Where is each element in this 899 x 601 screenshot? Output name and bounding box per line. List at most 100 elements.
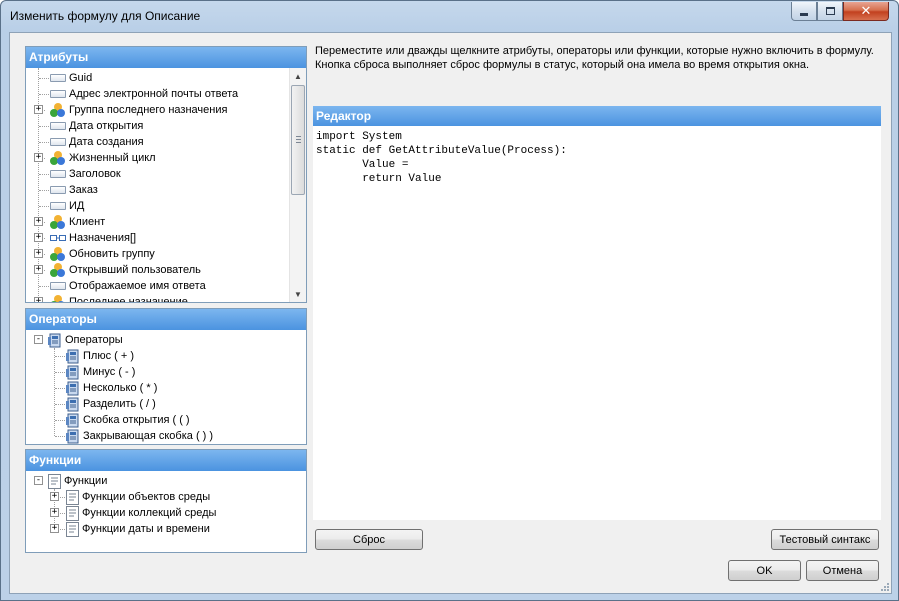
group-icon [50, 102, 66, 118]
tree-item-label: Функции [64, 475, 108, 487]
function-icon [66, 521, 79, 537]
tree-item-label: Клиент [69, 216, 106, 228]
scrollbar-thumb[interactable] [291, 85, 305, 195]
expand-icon[interactable]: + [34, 153, 43, 162]
operator-icon [48, 333, 62, 348]
scroll-down-arrow-icon[interactable]: ▼ [290, 286, 306, 302]
functions-panel: Функции - Функции + Функции объектов среды +… [25, 449, 307, 553]
operator-item[interactable]: Разделить ( / ) [66, 396, 156, 412]
operator-item[interactable]: Скобка открытия ( ( ) [66, 412, 190, 428]
collapse-icon[interactable]: - [34, 476, 43, 485]
attribute-item[interactable]: Отображаемое имя ответа [50, 278, 206, 294]
tree-line-horizontal [55, 404, 65, 405]
collapse-icon[interactable]: - [34, 335, 43, 344]
attribute-item[interactable]: Заказ [50, 182, 98, 198]
functions-root-item[interactable]: Функции [48, 473, 107, 489]
field-icon [50, 74, 66, 82]
attribute-item[interactable]: Дата открытия [50, 118, 143, 134]
attributes-panel: Атрибуты Guid Адрес электронной почты отв… [25, 46, 307, 303]
function-icon [66, 505, 79, 521]
test-syntax-button[interactable]: Тестовый синтакс [771, 529, 879, 550]
tree-item-label: Последнее назначение [69, 296, 188, 302]
reset-button[interactable]: Сброс [315, 529, 423, 550]
field-icon [50, 202, 66, 210]
tree-line-horizontal [55, 436, 65, 437]
tree-item-label: Отображаемое имя ответа [69, 280, 206, 292]
attribute-item[interactable]: Жизненный цикл [50, 150, 156, 166]
attribute-item[interactable]: Открывший пользователь [50, 262, 201, 278]
operator-icon [66, 349, 80, 364]
close-button[interactable]: ✕ [843, 2, 889, 21]
tree-item-label: Закрывающая скобка ( ) ) [83, 430, 214, 442]
attribute-item[interactable]: Последнее назначение [50, 294, 188, 302]
expand-icon[interactable]: + [34, 217, 43, 226]
attribute-item[interactable]: Guid [50, 70, 92, 86]
tree-line-horizontal [39, 206, 49, 207]
cancel-button[interactable]: Отмена [806, 560, 879, 581]
attribute-item[interactable]: Адрес электронной почты ответа [50, 86, 238, 102]
tree-line-horizontal [39, 94, 49, 95]
function-item[interactable]: Функции даты и времени [66, 521, 210, 537]
field-icon [50, 138, 66, 146]
attribute-item[interactable]: Обновить группу [50, 246, 155, 262]
tree-line-horizontal [39, 190, 49, 191]
tree-item-label: Адрес электронной почты ответа [69, 88, 239, 100]
attribute-item[interactable]: Дата создания [50, 134, 144, 150]
operators-tree[interactable]: - Операторы Плюс ( + ) Минус ( - ) Несколько… [26, 330, 306, 444]
tree-line-horizontal [55, 356, 65, 357]
attribute-item[interactable]: Группа последнего назначения [50, 102, 227, 118]
expand-icon[interactable]: + [50, 492, 59, 501]
expand-icon[interactable]: + [34, 105, 43, 114]
formula-editor[interactable]: import System static def GetAttributeVal… [313, 126, 881, 190]
operator-item[interactable]: Закрывающая скобка ( ) ) [66, 428, 213, 444]
field-icon [50, 186, 66, 194]
tree-item-label: Несколько ( * ) [83, 382, 158, 394]
operator-item[interactable]: Минус ( - ) [66, 364, 135, 380]
operator-item[interactable]: Несколько ( * ) [66, 380, 157, 396]
list-icon [50, 232, 66, 244]
title-bar[interactable]: Изменить формулу для Описание ✕ [1, 1, 898, 31]
expand-icon[interactable]: + [34, 297, 43, 302]
tree-item-label: Скобка открытия ( ( ) [83, 414, 190, 426]
attributes-scrollbar[interactable]: ▲ ▼ [289, 68, 306, 302]
tree-item-label: Минус ( - ) [83, 366, 136, 378]
tree-item-label: Функции даты и времени [82, 523, 210, 535]
operator-item[interactable]: Плюс ( + ) [66, 348, 134, 364]
tree-item-label: Плюс ( + ) [83, 350, 134, 362]
tree-item-label: Жизненный цикл [69, 152, 156, 164]
tree-item-label: Открывший пользователь [69, 264, 201, 276]
instructions-text: Переместите или дважды щелкните атрибуты… [315, 45, 874, 71]
editor-header: Редактор [313, 106, 881, 126]
attribute-item[interactable]: ИД [50, 198, 84, 214]
expand-icon[interactable]: + [34, 265, 43, 274]
ok-button[interactable]: OK [728, 560, 801, 581]
functions-tree[interactable]: - Функции + Функции объектов среды + Функции … [26, 471, 306, 552]
editor-panel: Редактор import System static def GetAtt… [313, 106, 881, 520]
tree-item-label: Обновить группу [69, 248, 155, 260]
tree-item-label: Заказ [69, 184, 98, 196]
attribute-item[interactable]: Заголовок [50, 166, 121, 182]
scroll-up-arrow-icon[interactable]: ▲ [290, 68, 306, 84]
expand-icon[interactable]: + [34, 249, 43, 258]
tree-line-horizontal [39, 174, 49, 175]
function-item[interactable]: Функции коллекций среды [66, 505, 216, 521]
tree-line-horizontal [39, 286, 49, 287]
field-icon [50, 282, 66, 290]
expand-icon[interactable]: + [50, 524, 59, 533]
expand-icon[interactable]: + [34, 233, 43, 242]
tree-item-label: Дата создания [69, 136, 144, 148]
attribute-item[interactable]: Назначения[] [50, 230, 136, 246]
window-title: Изменить формулу для Описание [10, 9, 201, 23]
function-item[interactable]: Функции объектов среды [66, 489, 210, 505]
operators-root-item[interactable]: Операторы [48, 332, 123, 348]
resize-grip-icon[interactable] [879, 581, 890, 592]
tree-line-horizontal [39, 142, 49, 143]
dialog-window: Изменить формулу для Описание ✕ Атрибуты… [0, 0, 899, 601]
maximize-icon [825, 7, 835, 15]
attributes-tree[interactable]: Guid Адрес электронной почты ответа + Групп… [26, 68, 306, 302]
maximize-button[interactable] [817, 2, 843, 21]
attribute-item[interactable]: Клиент [50, 214, 105, 230]
minimize-button[interactable] [791, 2, 817, 21]
close-icon: ✕ [860, 3, 872, 19]
expand-icon[interactable]: + [50, 508, 59, 517]
